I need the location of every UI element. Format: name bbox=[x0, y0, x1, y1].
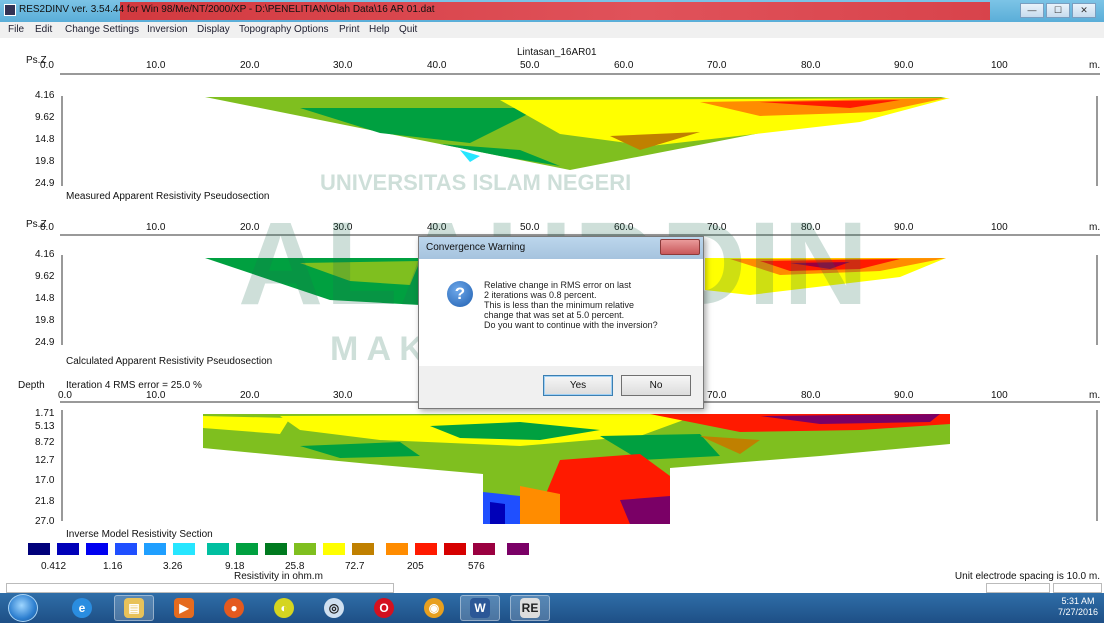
dialog-message-line: change that was set at 5.0 percent. bbox=[484, 310, 625, 320]
ie-icon[interactable]: e bbox=[62, 595, 102, 621]
panel-caption: Measured Apparent Resistivity Pseudosect… bbox=[66, 191, 270, 202]
firefox-icon[interactable]: ● bbox=[214, 595, 254, 621]
legend-value: 1.16 bbox=[103, 561, 123, 572]
clock-time: 5:31 AM bbox=[1061, 596, 1095, 606]
legend-swatch bbox=[507, 543, 529, 555]
menu-topography-options[interactable]: Topography Options bbox=[239, 24, 329, 35]
legend-swatch bbox=[294, 543, 316, 555]
menu-inversion[interactable]: Inversion bbox=[147, 24, 188, 35]
legend-swatch bbox=[265, 543, 287, 555]
status-field bbox=[1053, 583, 1102, 593]
minimize-button[interactable]: — bbox=[1020, 3, 1044, 18]
dialog-message-line: This is less than the minimum relative bbox=[484, 300, 635, 310]
legend-swatch bbox=[444, 543, 466, 555]
dialog-body: ? Relative change in RMS error on last 2… bbox=[419, 259, 703, 366]
app-icon[interactable]: ◐ bbox=[264, 595, 304, 621]
measured-pseudosection-panel: Lintasan_16AR01 Ps.Z 0.0 10.0 20.0 30.0 … bbox=[0, 38, 1104, 202]
dialog-message: Relative change in RMS error on last 2 i… bbox=[484, 280, 696, 330]
legend-swatch bbox=[386, 543, 408, 555]
legend-swatch bbox=[28, 543, 50, 555]
menu-display[interactable]: Display bbox=[197, 24, 230, 35]
legend-swatch bbox=[473, 543, 495, 555]
dialog-message-line: Relative change in RMS error on last bbox=[484, 280, 632, 290]
menu-help[interactable]: Help bbox=[369, 24, 390, 35]
panel-caption: Calculated Apparent Resistivity Pseudose… bbox=[66, 356, 273, 367]
legend-value: 205 bbox=[407, 561, 424, 572]
dialog-message-line: Do you want to continue with the inversi… bbox=[484, 320, 658, 330]
title-bar[interactable]: RES2DINV ver. 3.54.44 for Win 98/Me/NT/2… bbox=[0, 0, 1104, 22]
status-field bbox=[986, 583, 1050, 593]
menu-edit[interactable]: Edit bbox=[35, 24, 52, 35]
legend-value: 3.26 bbox=[163, 561, 183, 572]
clock[interactable]: 5:31 AM 7/27/2016 bbox=[1058, 596, 1098, 618]
menu-quit[interactable]: Quit bbox=[399, 24, 417, 35]
res2dinv-icon[interactable]: RE bbox=[510, 595, 550, 621]
convergence-warning-dialog: Convergence Warning ? Relative change in… bbox=[418, 236, 704, 409]
legend-swatch bbox=[86, 543, 108, 555]
yes-button[interactable]: Yes bbox=[543, 375, 613, 396]
media-icon[interactable]: ▶ bbox=[164, 595, 204, 621]
measured-pseudosection-plot bbox=[60, 73, 1100, 186]
menu-change-settings[interactable]: Change Settings bbox=[65, 24, 139, 35]
explorer-icon[interactable]: ▤ bbox=[114, 595, 154, 621]
legend-swatch bbox=[323, 543, 345, 555]
dialog-close-button[interactable] bbox=[660, 239, 700, 255]
taskbar: e ▤ ▶ ● ◐ ◎ O ◉ W RE 5:31 AM 7/27/2016 bbox=[0, 593, 1104, 623]
inverse-caption: Inverse Model Resistivity Section bbox=[66, 529, 213, 540]
legend-value: 576 bbox=[468, 561, 485, 572]
chrome-icon[interactable]: ◉ bbox=[414, 595, 454, 621]
status-bar bbox=[0, 583, 1104, 593]
status-field bbox=[6, 583, 394, 593]
app-icon[interactable] bbox=[4, 4, 16, 16]
legend-swatch bbox=[236, 543, 258, 555]
screen: RES2DINV ver. 3.54.44 for Win 98/Me/NT/2… bbox=[0, 0, 1104, 623]
legend-unit: Resistivity in ohm.m bbox=[234, 571, 323, 582]
legend-swatch bbox=[415, 543, 437, 555]
electrode-spacing-label: Unit electrode spacing is 10.0 m. bbox=[954, 571, 1100, 582]
clock-date: 7/27/2016 bbox=[1057, 607, 1098, 617]
legend-swatch bbox=[115, 543, 137, 555]
legend-swatch bbox=[57, 543, 79, 555]
opera-icon[interactable]: O bbox=[364, 595, 404, 621]
legend-swatch bbox=[352, 543, 374, 555]
window-title: RES2DINV ver. 3.54.44 for Win 98/Me/NT/2… bbox=[19, 4, 435, 15]
question-icon: ? bbox=[447, 281, 473, 307]
legend-swatch bbox=[144, 543, 166, 555]
legend-value: 72.7 bbox=[345, 561, 365, 572]
menu-print[interactable]: Print bbox=[339, 24, 360, 35]
legend-swatch bbox=[207, 543, 229, 555]
dialog-title-bar[interactable]: Convergence Warning bbox=[419, 237, 703, 259]
start-button[interactable] bbox=[8, 594, 38, 622]
word-icon[interactable]: W bbox=[460, 595, 500, 621]
dialog-message-line: 2 iterations was 0.8 percent. bbox=[484, 290, 597, 300]
menu-bar: File Edit Change Settings Inversion Disp… bbox=[0, 22, 1104, 38]
maximize-button[interactable]: ☐ bbox=[1046, 3, 1070, 18]
system-tray: 5:31 AM 7/27/2016 bbox=[934, 593, 1104, 623]
legend-swatch bbox=[173, 543, 195, 555]
chrome-like-icon[interactable]: ◎ bbox=[314, 595, 354, 621]
window-controls: — ☐ ✕ bbox=[1020, 3, 1096, 18]
menu-file[interactable]: File bbox=[8, 24, 24, 35]
dialog-title: Convergence Warning bbox=[426, 242, 526, 253]
no-button[interactable]: No bbox=[621, 375, 691, 396]
legend-value: 0.412 bbox=[41, 561, 67, 572]
close-button[interactable]: ✕ bbox=[1072, 3, 1096, 18]
